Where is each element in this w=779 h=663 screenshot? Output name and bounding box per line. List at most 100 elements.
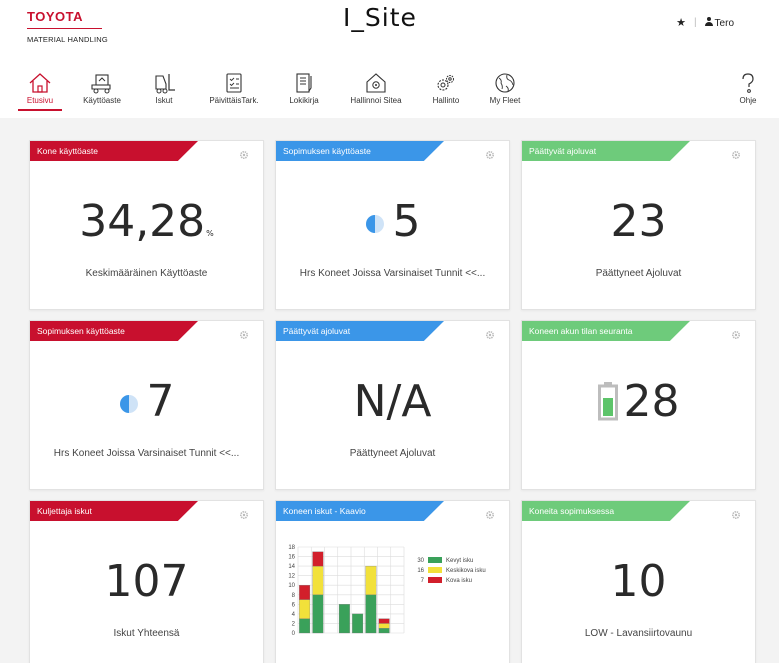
brand-name: TOYOTA xyxy=(27,9,83,24)
nav-item-lokikirja[interactable]: Lokikirja xyxy=(287,72,321,105)
half-circle-icon xyxy=(365,215,384,233)
legend-swatch xyxy=(428,577,442,583)
nav-item-my-fleet[interactable]: My Fleet xyxy=(485,72,525,105)
bar-segment xyxy=(378,618,390,624)
widget-value: 10 xyxy=(610,556,667,607)
toyota-logo[interactable]: TOYOTA MATERIAL HANDLING xyxy=(27,9,108,44)
widget-title: Koneen iskut - Kaavio xyxy=(276,501,444,521)
legend-label: Kevyt isku xyxy=(446,558,473,564)
nav-label: Ohje xyxy=(739,96,757,105)
bar-segment xyxy=(299,618,311,634)
nav-item-paivittaistark[interactable]: PäivittäisTark. xyxy=(205,72,263,105)
bar-segment xyxy=(299,585,311,600)
gears-icon xyxy=(437,75,454,91)
user-name: Tero xyxy=(714,17,734,29)
widget-settings-gear-icon[interactable] xyxy=(239,510,249,520)
battery-icon xyxy=(597,382,618,421)
bar-segment xyxy=(312,594,324,634)
value-text: 28 xyxy=(623,376,680,427)
logo-underline xyxy=(27,28,102,29)
app-title: I_Site xyxy=(343,3,417,32)
impact-bar-chart: 0 2 4 6 8 10 12 14 16 18 30 Kevyt isku 16 Keskikova i… xyxy=(288,545,486,637)
widget-settings-gear-icon[interactable] xyxy=(731,150,741,160)
widget-value: 34,28% xyxy=(30,196,263,247)
bar-segment xyxy=(365,594,377,634)
widget-title: Päättyvät ajoluvat xyxy=(276,321,444,341)
widget-value: 7 xyxy=(30,376,263,427)
user-area: ★ | Tero xyxy=(676,16,734,29)
nav-item-etusivu[interactable]: Etusivu xyxy=(18,72,62,111)
nav-label: Etusivu xyxy=(26,96,54,105)
widget-kone-kayttoaste[interactable]: Kone käyttöaste 34,28% Keskimääräinen Kä… xyxy=(29,140,264,310)
bar-segment xyxy=(378,623,390,629)
widget-title: Koneen akun tilan seuranta xyxy=(522,321,690,341)
widget-label: Iskut Yhteensä xyxy=(113,628,180,639)
favorite-star-icon[interactable]: ★ xyxy=(676,16,686,29)
widget-settings-gear-icon[interactable] xyxy=(485,510,495,520)
widget-title: Kone käyttöaste xyxy=(30,141,198,161)
nav-label: Lokikirja xyxy=(289,96,319,105)
widget-sopimuksen-kayttoaste-2[interactable]: Sopimuksen käyttöaste 7 Hrs Koneet Joiss… xyxy=(29,320,264,490)
widget-label: Keskimääräinen Käyttöaste xyxy=(85,268,208,279)
nav-item-hallinnoi-sitea[interactable]: Hallinnoi Sitea xyxy=(347,72,405,105)
widget-title: Päättyvät ajoluvat xyxy=(522,141,690,161)
bar-segment xyxy=(378,628,390,634)
widget-label: Hrs Koneet Joissa Varsinaiset Tunnit <<.… xyxy=(299,268,486,279)
widget-kuljettaja-iskut[interactable]: Kuljettaja iskut 107 Iskut Yhteensä xyxy=(29,500,264,663)
nav-item-kayttoaste[interactable]: Käyttöaste xyxy=(79,72,125,105)
truck-usage-icon xyxy=(91,74,111,94)
bar-segment xyxy=(312,565,324,595)
widget-title: Sopimuksen käyttöaste xyxy=(276,141,444,161)
user-menu[interactable]: Tero xyxy=(704,16,734,29)
legend-total: 16 xyxy=(417,568,424,574)
widget-settings-gear-icon[interactable] xyxy=(731,330,741,340)
widget-settings-gear-icon[interactable] xyxy=(485,330,495,340)
user-icon xyxy=(704,16,713,26)
nav-label: Hallinnoi Sitea xyxy=(350,96,402,105)
site-settings-icon xyxy=(366,73,386,93)
bar-segment xyxy=(352,613,364,634)
widget-paattyvat-ajoluvat-2[interactable]: Päättyvät ajoluvat N/A Päättyneet Ajoluv… xyxy=(275,320,510,490)
widget-label: Päättyneet Ajoluvat xyxy=(595,268,682,279)
y-tick-label: 6 xyxy=(292,602,296,608)
widget-akun-tilan-seuranta[interactable]: Koneen akun tilan seuranta 28 xyxy=(521,320,756,490)
widget-koneita-sopimuksessa[interactable]: Koneita sopimuksessa 10 LOW - Lavansiirt… xyxy=(521,500,756,663)
widget-value: N/A xyxy=(353,376,432,427)
widget-title: Kuljettaja iskut xyxy=(30,501,198,521)
widget-title: Sopimuksen käyttöaste xyxy=(30,321,198,341)
logbook-icon xyxy=(296,73,312,93)
bar-segment xyxy=(365,565,377,595)
widget-koneen-iskut-kaavio[interactable]: Koneen iskut - Kaavio 0 2 4 6 8 10 12 14 16 18 30 K… xyxy=(275,500,510,663)
separator: | xyxy=(693,17,697,28)
y-tick-label: 4 xyxy=(292,612,296,618)
forklift-icon xyxy=(155,74,175,94)
nav-item-ohje[interactable]: Ohje xyxy=(735,72,761,105)
top-bar: TOYOTA MATERIAL HANDLING I_Site ★ | Tero… xyxy=(0,0,779,118)
brand-subtitle: MATERIAL HANDLING xyxy=(27,35,108,44)
y-tick-label: 16 xyxy=(288,555,295,561)
widget-paattyvat-ajoluvat[interactable]: Päättyvät ajoluvat 23 Päättyneet Ajoluva… xyxy=(521,140,756,310)
y-tick-label: 14 xyxy=(288,564,295,570)
y-tick-label: 12 xyxy=(288,574,295,580)
main-nav: Etusivu Käyttöaste Iskut PäivittäisTark.… xyxy=(0,72,779,114)
legend-label: Keskikova isku xyxy=(446,568,486,574)
widget-settings-gear-icon[interactable] xyxy=(239,150,249,160)
y-tick-label: 10 xyxy=(288,583,295,589)
value-text: 34,28 xyxy=(79,196,206,247)
nav-label: PäivittäisTark. xyxy=(209,96,259,105)
dashboard: Kone käyttöaste 34,28% Keskimääräinen Kä… xyxy=(0,118,779,663)
value-unit: % xyxy=(206,229,214,238)
nav-item-hallinto[interactable]: Hallinto xyxy=(428,72,464,105)
bar-segment xyxy=(312,551,324,567)
nav-item-iskut[interactable]: Iskut xyxy=(151,72,177,105)
widget-sopimuksen-kayttoaste[interactable]: Sopimuksen käyttöaste 5 Hrs Koneet Joiss… xyxy=(275,140,510,310)
y-tick-label: 8 xyxy=(292,593,296,599)
widget-settings-gear-icon[interactable] xyxy=(731,510,741,520)
help-icon xyxy=(742,73,754,93)
y-tick-label: 0 xyxy=(292,631,296,637)
widget-settings-gear-icon[interactable] xyxy=(485,150,495,160)
widget-settings-gear-icon[interactable] xyxy=(239,330,249,340)
widget-label: Hrs Koneet Joissa Varsinaiset Tunnit <<.… xyxy=(53,448,240,459)
bar-segment xyxy=(299,599,311,619)
home-icon xyxy=(29,73,51,93)
